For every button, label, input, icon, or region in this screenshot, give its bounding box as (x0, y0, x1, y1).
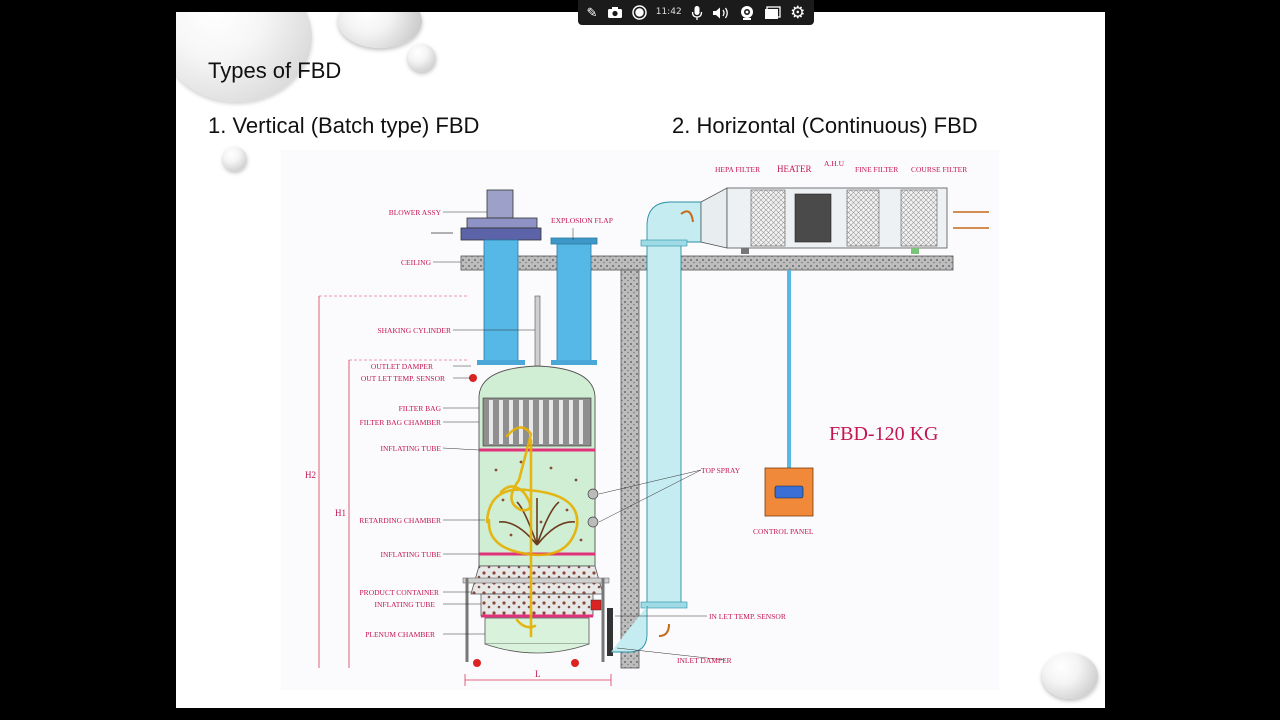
ceiling (460, 255, 954, 271)
plenum-chamber (484, 617, 590, 645)
label-inflating-tube-top: INFLATING TUBE (381, 444, 442, 453)
label-inflating-tube-mid: INFLATING TUBE (381, 550, 442, 559)
hepa-filter (750, 189, 786, 247)
label-course-filter: COURSE FILTER (911, 165, 967, 174)
record-icon[interactable] (631, 5, 647, 20)
gear-icon[interactable]: ⚙ (790, 4, 805, 21)
exhaust-duct-left (483, 239, 519, 365)
course-filter (900, 189, 938, 247)
fine-filter (846, 189, 880, 247)
label-control-panel: CONTROL PANEL (753, 527, 814, 536)
fbd-diagram: BLOWER ASSY CEILING SHAKING CYLINDER OUT… (281, 150, 999, 690)
label-shaking-cylinder: SHAKING CYLINDER (377, 326, 451, 335)
label-retarding-chamber: RETARDING CHAMBER (359, 516, 441, 525)
label-filter-bag: FILTER BAG (399, 404, 442, 413)
recording-time: 11:42 (655, 7, 682, 17)
label-product-container: PRODUCT CONTAINER (360, 588, 439, 597)
label-heater: HEATER (777, 164, 812, 174)
label-inflating-tube-bottom: INFLATING TUBE (375, 600, 436, 609)
label-plenum-chamber: PLENUM CHAMBER (365, 630, 435, 639)
heading-vertical-fbd: 1. Vertical (Batch type) FBD (208, 113, 480, 138)
label-l: L (535, 669, 541, 679)
water-drop (1042, 653, 1098, 699)
label-inlet-damper: INLET DAMPER (677, 656, 732, 665)
label-top-spray: TOP SPRAY (701, 466, 741, 475)
blower-motor (486, 189, 514, 219)
label-ceiling: CEILING (401, 258, 432, 267)
mic-icon[interactable] (691, 5, 703, 21)
recorder-toolbar: ✎ 11:42 ⚙ (578, 0, 814, 25)
label-hepa-filter: HEPA FILTER (715, 165, 760, 174)
explosion-flap (550, 237, 598, 245)
label-inlet-temp-sensor: IN LET TEMP. SENSOR (709, 612, 786, 621)
water-drop (223, 147, 247, 171)
label-filter-bag-chamber: FILTER BAG CHAMBER (360, 418, 441, 427)
heater (794, 193, 832, 243)
label-h1: H1 (335, 508, 346, 518)
label-model: FBD-120 KG (829, 423, 938, 445)
label-ahu: A.H.U (824, 159, 845, 168)
label-blower-assy: BLOWER ASSY (389, 208, 442, 217)
slide: Types of FBD 1. Vertical (Batch type) FB… (176, 12, 1105, 708)
label-outlet-temp-sensor: OUT LET TEMP. SENSOR (361, 374, 445, 383)
heading-horizontal-fbd: 2. Horizontal (Continuous) FBD (672, 113, 978, 138)
label-h2: H2 (305, 470, 316, 480)
label-explosion-flap: EXPLOSION FLAP (551, 216, 613, 225)
filter-bags (482, 397, 592, 447)
water-drop (176, 12, 312, 102)
slide-title: Types of FBD (208, 58, 342, 83)
webcam-icon[interactable] (739, 5, 755, 21)
camera-icon[interactable] (607, 6, 623, 19)
window-icon[interactable] (764, 5, 781, 20)
pen-icon[interactable]: ✎ (587, 6, 598, 19)
label-fine-filter: FINE FILTER (855, 165, 898, 174)
water-drop (338, 12, 422, 48)
exhaust-duct-right (556, 241, 592, 365)
wall (620, 269, 640, 669)
label-outlet-damper: OUTLET DAMPER (371, 362, 433, 371)
blower-housing (466, 217, 538, 229)
water-drop (408, 44, 436, 72)
speaker-icon[interactable] (712, 6, 730, 20)
air-handling-unit (700, 187, 948, 254)
